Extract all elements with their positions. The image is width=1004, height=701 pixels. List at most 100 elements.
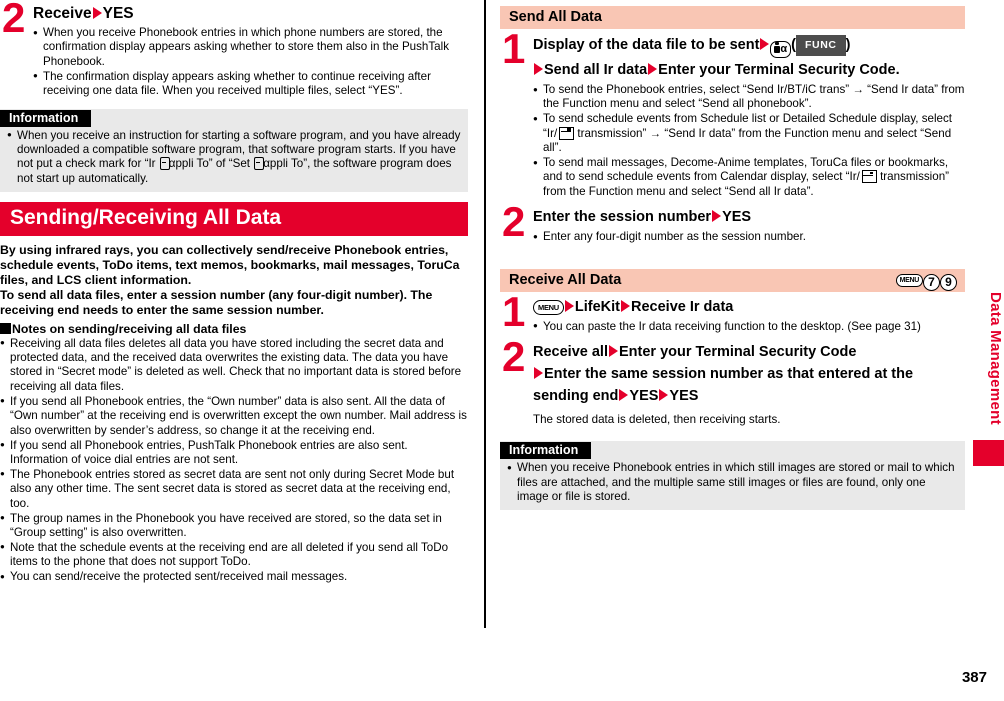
arrow-icon — [619, 389, 629, 402]
arrow-icon — [534, 63, 543, 75]
step-title-part-b: Send all Ir data — [544, 62, 648, 78]
information-box-left: Information When you receive an instruct… — [0, 108, 468, 192]
subsection-heading-receive-all: Receive All Data MENU 7 9 — [500, 268, 965, 292]
step-number: 1 — [502, 287, 526, 335]
step-number: 1 — [502, 25, 526, 72]
step-title-part-b: Enter your Terminal Security Code — [618, 344, 857, 361]
arrow-icon — [621, 299, 630, 312]
information-tag: Information — [500, 442, 592, 460]
receive-all-step-2: 2 Receive all Enter your Terminal Securit… — [500, 336, 965, 427]
step-title-continued-2: sending end YES YES — [533, 387, 965, 406]
shortcut-keys: MENU 7 9 — [895, 271, 957, 291]
step-title-part-a: LifeKit — [574, 298, 620, 315]
iappli-icon — [159, 157, 170, 171]
step-number: 2 — [502, 333, 526, 381]
iappli-icon — [254, 157, 265, 171]
list-item: To send the Phonebook entries, select “S… — [533, 83, 965, 112]
send-all-step-1: 1 Display of the data file to be sent α(F… — [500, 28, 965, 199]
arrow-icon — [659, 389, 669, 402]
left-column: 2 Receive YES When you receive Phonebook … — [0, 0, 468, 585]
step-bullet-list: Enter any four-digit number as the sessi… — [533, 230, 965, 245]
list-item: To send mail messages, Decome-Anime temp… — [533, 156, 965, 199]
number-key-7-icon[interactable]: 7 — [923, 273, 940, 291]
step-title: Receive YES — [33, 4, 468, 23]
arrow-icon — [564, 299, 574, 312]
notes-heading: Notes on sending/receiving all data file… — [0, 322, 468, 336]
list-item: Receiving all data files deletes all dat… — [0, 336, 468, 395]
menu-key-icon[interactable]: MENU — [533, 299, 564, 315]
chapter-tab-marker — [973, 440, 1004, 466]
iappli-key-icon: α — [770, 41, 792, 58]
menu-key-icon[interactable]: MENU — [895, 273, 923, 287]
step-title-part-a: Receive all — [533, 344, 608, 361]
step-note: The stored data is deleted, then receivi… — [533, 413, 781, 427]
notes-bullet-list: Receiving all data files deletes all dat… — [0, 336, 468, 585]
step-title-part-c: Enter the same session number as that en… — [544, 366, 914, 383]
subsection-title: Receive All Data — [509, 271, 622, 288]
section-intro-2: To send all data files, enter a session … — [0, 288, 433, 318]
receive-all-step-1: 1 MENU LifeKit Receive Ir data You can pas… — [500, 290, 965, 334]
list-item: Note that the schedule events at the rec… — [0, 540, 468, 570]
step-bullet-list: When you receive Phonebook entries in wh… — [33, 25, 468, 99]
step-title-part-b: Receive Ir data — [631, 298, 734, 315]
step-number: 2 — [2, 0, 26, 41]
column-divider — [484, 0, 486, 628]
bullet-text-part-2: transmission” → “Send Ir data” from the … — [543, 126, 952, 155]
step-title: Receive all Enter your Terminal Security … — [533, 343, 965, 362]
left-step-2: 2 Receive YES When you receive Phonebook … — [0, 0, 468, 99]
ic-felica-icon — [861, 170, 877, 184]
step-number: 2 — [502, 198, 526, 246]
list-item: If you send all Phonebook entries, PushT… — [0, 438, 468, 468]
list-item: The group names in the Phonebook you hav… — [0, 511, 468, 541]
arrow-icon — [92, 7, 102, 19]
step-title-part-e: YES — [629, 388, 659, 405]
step-bullet-list: To send the Phonebook entries, select “S… — [533, 83, 965, 199]
list-item: The Phonebook entries stored as secret d… — [0, 467, 468, 511]
subsection-heading-send-all: Send All Data — [500, 6, 965, 29]
step-title: Enter the session number YES — [533, 208, 965, 227]
info-text-part-2: αppli To” of “Set — [168, 157, 254, 171]
page-number: 387 — [961, 669, 987, 686]
information-tag: Information — [0, 109, 92, 127]
step-title-part-b: YES — [722, 209, 752, 226]
step-bullet-list: You can paste the Ir data receiving func… — [533, 319, 965, 334]
step-title-part-b: YES — [102, 5, 134, 22]
number-key-9-icon[interactable]: 9 — [940, 273, 957, 291]
step-title-part-c: Enter your Terminal Security Code. — [658, 62, 900, 78]
step-title-continued: Send all Ir data Enter your Terminal Secu… — [533, 61, 965, 80]
step-title-part-f: YES — [669, 388, 699, 405]
softkey-func-label: FUNC — [796, 35, 846, 56]
black-square-icon — [0, 322, 11, 334]
section-heading: Sending/Receiving All Data — [0, 201, 468, 236]
side-tab-bar: Data Management — [965, 0, 1004, 701]
list-item: To send schedule events from Schedule li… — [533, 112, 965, 155]
step-title-part-a: Enter the session number — [533, 209, 712, 226]
step-title-part-a: Receive — [33, 5, 92, 22]
arrow-icon — [648, 63, 658, 75]
right-column: Send All Data 1 Display of the data file… — [500, 0, 965, 511]
list-item: When you receive an instruction for star… — [7, 128, 461, 187]
step-title-continued: Enter the same session number as that en… — [533, 365, 965, 384]
list-item: You can send/receive the protected sent/… — [0, 570, 468, 585]
arrow-icon — [608, 345, 618, 358]
send-all-step-2: 2 Enter the session number YES Enter any … — [500, 201, 965, 245]
list-item: If you send all Phonebook entries, the “… — [0, 394, 468, 438]
list-item: You can paste the Ir data receiving func… — [533, 319, 965, 334]
chapter-label: Data Management — [987, 292, 1004, 425]
step-title-part-a: Display of the data file to be sent — [533, 37, 760, 53]
step-title-part-d: sending end — [533, 388, 619, 405]
information-bullet-list: When you receive an instruction for star… — [0, 128, 468, 187]
arrow-icon — [760, 38, 770, 50]
information-box-right: Information When you receive Phonebook e… — [500, 441, 965, 511]
list-item: The confirmation display appears asking … — [33, 69, 468, 99]
ic-felica-icon — [559, 126, 575, 140]
information-bullet-list: When you receive Phonebook entries in wh… — [500, 461, 965, 504]
list-item: When you receive Phonebook entries in wh… — [33, 25, 468, 69]
subsection-title: Send All Data — [509, 9, 602, 25]
step-title: MENU LifeKit Receive Ir data — [533, 298, 965, 317]
arrow-icon — [712, 210, 722, 223]
notes-heading-label: Notes on sending/receiving all data file… — [12, 321, 247, 336]
list-item: When you receive Phonebook entries in wh… — [507, 461, 958, 504]
section-intro-1: By using infrared rays, you can collecti… — [0, 242, 460, 288]
arrow-icon — [534, 367, 543, 380]
